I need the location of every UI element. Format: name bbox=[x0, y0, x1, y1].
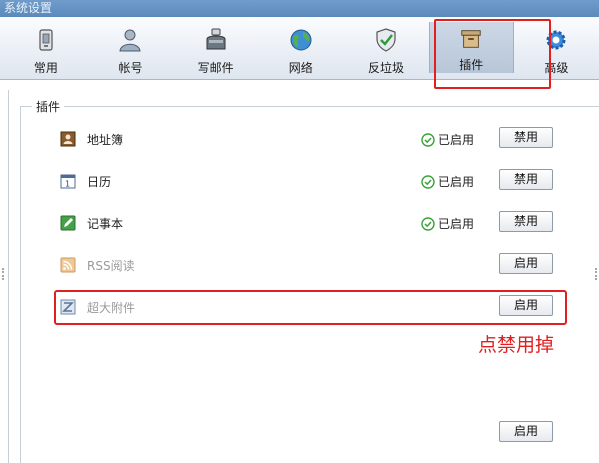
plugin-name: RSS阅读 bbox=[87, 259, 135, 273]
check-circle-icon bbox=[421, 132, 435, 147]
plugin-status-text: 已启用 bbox=[438, 217, 475, 231]
tab-label: 帐号 bbox=[118, 61, 143, 75]
plugin-name: 地址簿 bbox=[87, 133, 124, 147]
tab-account[interactable]: 帐号 bbox=[88, 17, 173, 79]
plugin-row-calendar: 1 日历 已启用 禁用 bbox=[60, 169, 560, 193]
tab-label: 反垃圾 bbox=[367, 61, 404, 75]
annotation-text: 点禁用掉 bbox=[478, 334, 555, 356]
rss-icon bbox=[60, 257, 76, 273]
bottom-enable-button[interactable]: 启用 bbox=[499, 421, 553, 442]
enable-button[interactable]: 启用 bbox=[499, 253, 553, 274]
plugin-row-rss: RSS阅读 启用 bbox=[60, 253, 560, 277]
tab-antispam[interactable]: 反垃圾 bbox=[343, 17, 428, 79]
tab-general[interactable]: 常用 bbox=[0, 17, 92, 79]
large-attachment-highlight bbox=[54, 290, 567, 325]
plugin-status: 已启用 bbox=[421, 173, 474, 190]
disable-button[interactable]: 禁用 bbox=[499, 127, 553, 148]
check-circle-icon bbox=[421, 216, 435, 231]
bottom-action-row: 启用 bbox=[60, 421, 560, 445]
plugin-status: 已启用 bbox=[421, 215, 474, 232]
mailbox-icon bbox=[206, 28, 226, 50]
plugin-status: 已启用 bbox=[421, 131, 474, 148]
tab-label: 常用 bbox=[33, 61, 58, 75]
phone-icon bbox=[39, 29, 53, 51]
plugin-status-text: 已启用 bbox=[438, 133, 475, 147]
shield-icon bbox=[376, 28, 396, 52]
globe-icon bbox=[290, 29, 312, 51]
calendar-icon: 1 bbox=[60, 174, 76, 189]
plugins-tab-highlight bbox=[434, 19, 551, 89]
plugins-group bbox=[20, 106, 599, 463]
user-icon bbox=[119, 29, 142, 52]
left-edge-mark bbox=[2, 268, 5, 280]
tab-compose[interactable]: 写邮件 bbox=[173, 17, 258, 79]
plugin-name: 记事本 bbox=[87, 217, 124, 231]
tab-label: 写邮件 bbox=[197, 61, 234, 75]
disable-button[interactable]: 禁用 bbox=[499, 169, 553, 190]
addressbook-icon bbox=[60, 131, 76, 147]
check-circle-icon bbox=[421, 174, 435, 189]
plugin-row-addressbook: 地址簿 已启用 禁用 bbox=[60, 127, 560, 151]
plugin-status-text: 已启用 bbox=[438, 175, 475, 189]
disable-button[interactable]: 禁用 bbox=[499, 211, 553, 232]
notepad-icon bbox=[60, 215, 76, 231]
plugin-name: 日历 bbox=[87, 175, 112, 189]
window-title: 系统设置 bbox=[0, 0, 599, 17]
svg-text:1: 1 bbox=[65, 180, 70, 189]
tab-label: 网络 bbox=[288, 61, 313, 75]
tab-network[interactable]: 网络 bbox=[258, 17, 343, 79]
plugins-group-title: 插件 bbox=[32, 98, 65, 115]
plugin-row-notepad: 记事本 已启用 禁用 bbox=[60, 211, 560, 235]
